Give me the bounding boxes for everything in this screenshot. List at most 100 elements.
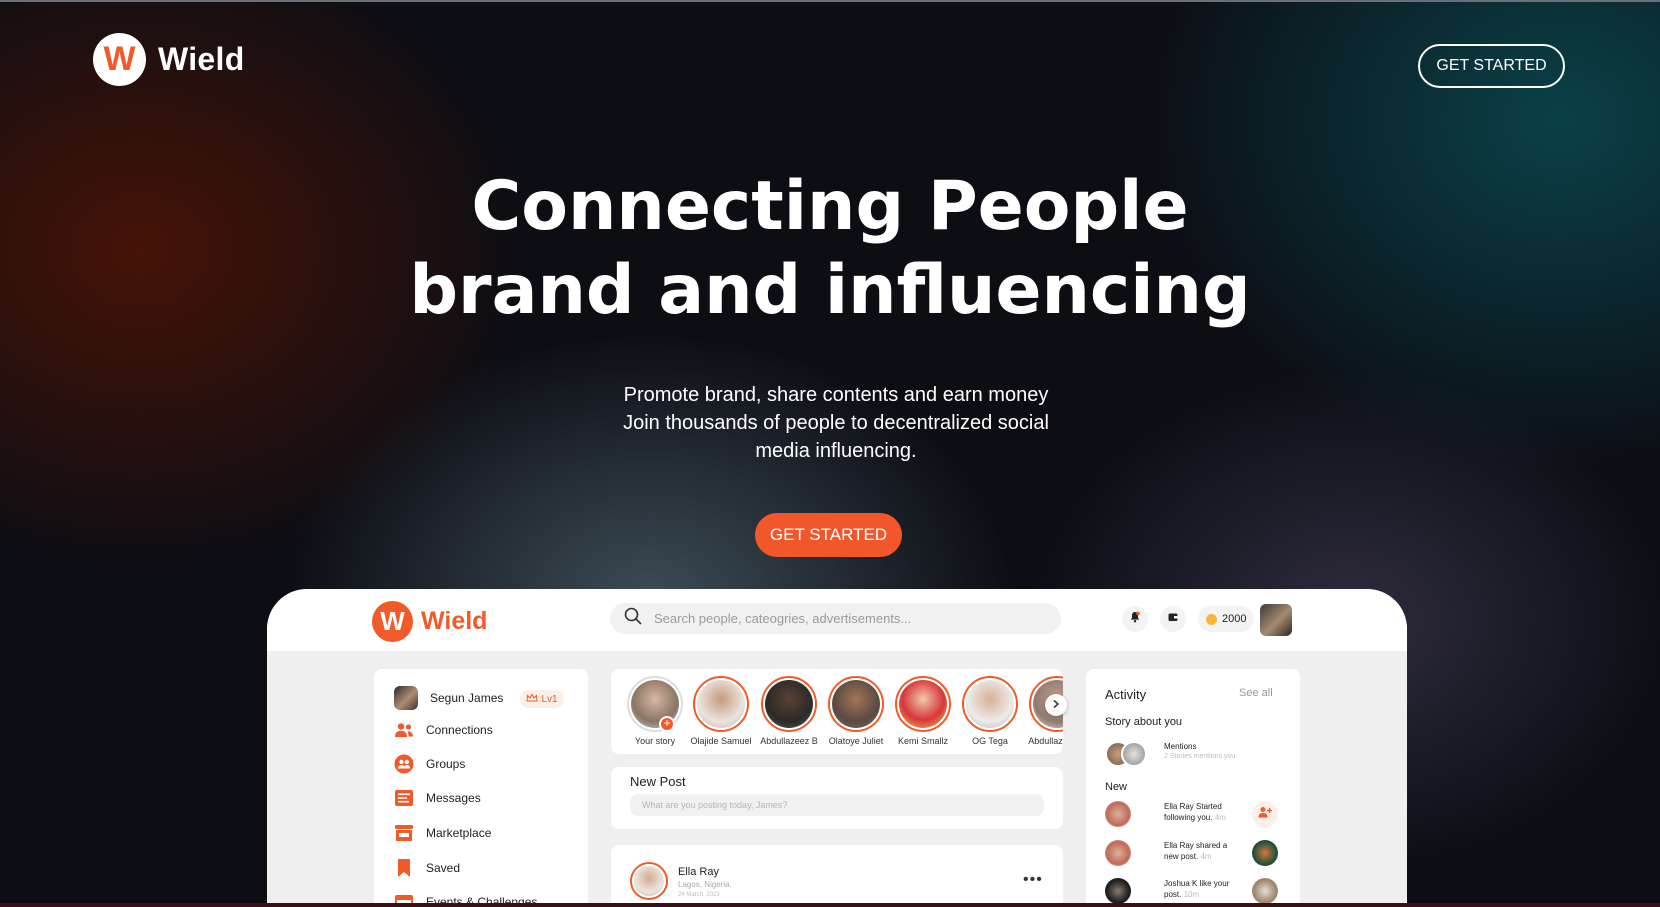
story-item[interactable]: Kemi Smallz [890, 676, 956, 746]
sidebar-item-label: Saved [426, 861, 461, 875]
post-more-icon[interactable]: ••• [1023, 871, 1043, 889]
story-avatar [765, 680, 813, 728]
messages-icon [394, 788, 414, 808]
level-badge: Lv1 [520, 690, 564, 708]
hero-title: Connecting People brand and influencing [0, 165, 1660, 333]
post-location: Lagos, Nigeria. [678, 880, 732, 889]
logo-letter: W [103, 40, 136, 78]
post-thumbnail[interactable] [1252, 878, 1278, 904]
notifications-button[interactable] [1122, 606, 1148, 632]
profile-avatar[interactable] [1260, 604, 1292, 636]
app-logo-mark: W [372, 601, 413, 642]
app-logo-text: Wield [421, 607, 488, 635]
new-post-card: New Post [611, 767, 1063, 829]
story-item[interactable]: + Your story [622, 676, 688, 746]
sidebar-item-label: Groups [426, 757, 466, 771]
story-about-you-heading: Story about you [1105, 716, 1183, 728]
mentions-subtitle: 2 Stories mentions you [1164, 753, 1236, 760]
activity-avatar[interactable] [1105, 840, 1131, 866]
new-post-input[interactable] [630, 794, 1044, 816]
wallet-button[interactable] [1160, 606, 1186, 632]
story-avatar-ring [962, 676, 1018, 732]
sidebar-item-label: Marketplace [426, 826, 492, 840]
app-search-bar[interactable] [610, 603, 1061, 634]
sidebar-card: Segun James Lv1 Connections Groups Messa… [374, 669, 588, 907]
story-name: OG Tega [972, 736, 1008, 746]
mention-avatars[interactable] [1105, 741, 1149, 767]
story-item[interactable]: Abdullazeez B [756, 676, 822, 746]
story-avatar-ring [693, 676, 749, 732]
user-avatar [394, 686, 418, 710]
see-all-link[interactable]: See all [1239, 687, 1273, 699]
crown-icon [526, 692, 538, 706]
header-get-started-button[interactable]: GET STARTED [1418, 44, 1565, 88]
marketplace-icon [394, 823, 414, 843]
hero-title-line2: brand and influencing [409, 251, 1251, 330]
story-avatar-ring [895, 676, 951, 732]
story-avatar [899, 680, 947, 728]
post-card: Ella Ray Lagos, Nigeria. 24 March, 2023 … [611, 845, 1063, 907]
app-preview: W Wield 2000 Segun J [267, 589, 1407, 907]
stories-next-button[interactable] [1045, 694, 1067, 716]
brand-logo[interactable]: W Wield [93, 33, 245, 86]
activity-text: Joshua K like your post. 10m [1164, 878, 1244, 900]
story-avatar [697, 680, 745, 728]
sidebar-profile[interactable]: Segun James [394, 686, 503, 710]
level-text: Lv1 [541, 693, 558, 705]
activity-time: 4m [1214, 813, 1226, 822]
activity-title: Activity [1105, 687, 1147, 702]
avatar [634, 866, 664, 896]
logo-text: Wield [158, 41, 245, 77]
hero-title-line1: Connecting People [471, 167, 1189, 246]
app-logo[interactable]: W Wield [372, 601, 487, 642]
post-thumbnail[interactable] [1252, 840, 1278, 866]
sidebar-item-connections[interactable]: Connections [394, 720, 493, 740]
story-item[interactable]: Olatoye Juliet [823, 676, 889, 746]
activity-avatar[interactable] [1105, 878, 1131, 904]
sidebar-item-label: Messages [426, 791, 481, 805]
sidebar-item-marketplace[interactable]: Marketplace [394, 823, 491, 843]
activity-message: Ella Ray Started following you. [1164, 802, 1222, 822]
coin-icon [1206, 613, 1217, 625]
sidebar-item-messages[interactable]: Messages [394, 788, 481, 808]
activity-card: Activity See all Story about you Mention… [1086, 669, 1300, 907]
story-avatar-ring [761, 676, 817, 732]
hero-subtitle-line2: Join thousands of people to decentralize… [623, 412, 1049, 434]
activity-text: Ella Ray Started following you. 4m [1164, 801, 1244, 823]
story-name: Kemi Smallz [897, 736, 948, 746]
sidebar-item-saved[interactable]: Saved [394, 858, 460, 878]
hero-subtitle-line1: Promote brand, share contents and earn m… [623, 384, 1049, 406]
hero-subtitle-line3: media influencing. [755, 440, 917, 462]
post-author-avatar[interactable] [630, 862, 668, 900]
hero-subtitle: Promote brand, share contents and earn m… [580, 381, 1092, 465]
new-heading: New [1105, 781, 1128, 793]
story-name: Abdullazeez B [760, 736, 818, 746]
story-item[interactable]: Olajide Samuel [688, 676, 754, 746]
follow-back-button[interactable] [1252, 801, 1278, 827]
activity-message: Ella Ray shared a new post. [1164, 841, 1228, 861]
story-name: Your story [634, 736, 676, 746]
activity-avatar[interactable] [1105, 801, 1131, 827]
coin-count: 2000 [1222, 613, 1247, 625]
bell-icon [1129, 610, 1141, 628]
coin-balance[interactable]: 2000 [1198, 606, 1255, 632]
app-topbar: W Wield 2000 [267, 589, 1407, 651]
bottom-border [0, 903, 1660, 907]
search-icon [624, 607, 642, 630]
story-name: Abdullazeez B [1028, 736, 1063, 746]
add-story-icon[interactable]: + [659, 716, 675, 732]
chevron-right-icon [1051, 698, 1061, 712]
search-input[interactable] [654, 611, 1014, 626]
new-post-title: New Post [630, 774, 686, 789]
hero-get-started-button[interactable]: GET STARTED [755, 513, 902, 557]
app-logo-letter: W [380, 606, 405, 636]
story-avatar [832, 680, 880, 728]
post-author-name[interactable]: Ella Ray [678, 866, 719, 878]
logo-mark: W [93, 33, 146, 86]
activity-text: Ella Ray shared a new post. 4m [1164, 840, 1236, 862]
sidebar-item-groups[interactable]: Groups [394, 754, 465, 774]
mentions-title: Mentions [1164, 742, 1197, 751]
wallet-icon [1167, 610, 1179, 628]
story-item[interactable]: OG Tega [957, 676, 1023, 746]
stories-card: + Your story Olajide Samuel Abdullazeez … [611, 669, 1063, 754]
